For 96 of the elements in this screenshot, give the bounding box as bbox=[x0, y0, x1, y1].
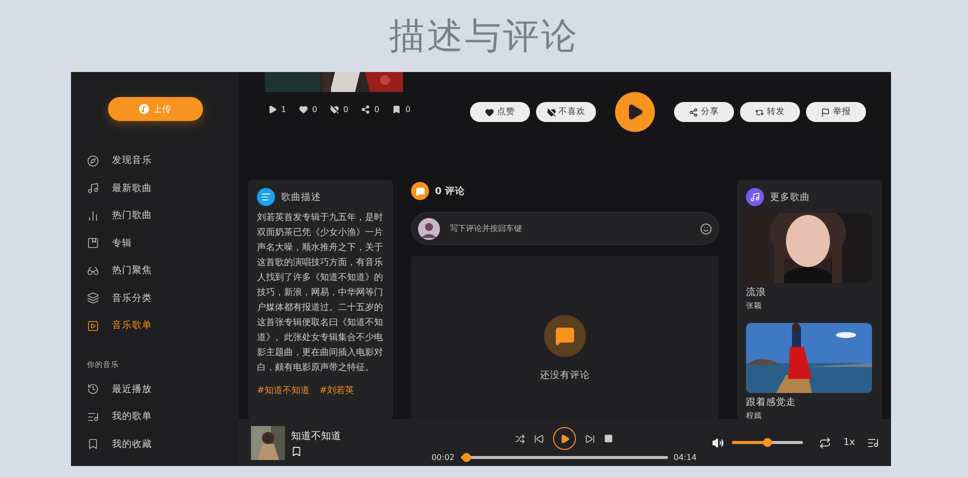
dislike-button[interactable]: 不喜欢 bbox=[536, 102, 596, 122]
track-title: 知道不知道 bbox=[291, 430, 341, 442]
music-note-icon bbox=[139, 104, 149, 114]
sidebar-item-label: 音乐分类 bbox=[112, 292, 152, 305]
bar-chart-icon bbox=[87, 210, 99, 222]
comment-input[interactable]: 写下评论并按回车键 bbox=[448, 223, 692, 234]
like-button[interactable]: 点赞 bbox=[470, 102, 530, 122]
heart-off-icon bbox=[546, 108, 556, 116]
sidebar-item[interactable]: 音乐分类 bbox=[71, 284, 239, 312]
progress-track[interactable] bbox=[460, 456, 668, 459]
stat-count: 0 bbox=[361, 105, 380, 114]
comment-icon bbox=[411, 182, 429, 200]
avatar bbox=[418, 218, 440, 240]
sidebar-item[interactable]: 热门歌曲 bbox=[71, 202, 239, 230]
play-icon bbox=[268, 105, 277, 114]
sidebar-item[interactable]: 最近播放 bbox=[71, 376, 239, 403]
stat-count: 0 bbox=[392, 105, 410, 114]
sidebar-item[interactable]: 发现音乐 bbox=[71, 147, 239, 174]
speed-button[interactable]: 1x bbox=[839, 437, 859, 448]
repost-icon bbox=[755, 108, 764, 116]
sidebar-item-label: 最新歌曲 bbox=[112, 182, 152, 195]
stat-count: 1 bbox=[268, 105, 286, 114]
sidebar-item-label: 热门歌曲 bbox=[112, 209, 152, 222]
bookmark-icon bbox=[392, 105, 402, 114]
page-title: 描述与评论 bbox=[389, 14, 579, 58]
comment-count: 0 评论 bbox=[435, 184, 465, 198]
layers-icon bbox=[87, 292, 99, 304]
bookmark-icon bbox=[291, 446, 302, 456]
sidebar-item-label: 音乐歌单 bbox=[112, 319, 152, 332]
music-note-icon bbox=[746, 188, 764, 206]
play-button[interactable] bbox=[553, 427, 576, 450]
previous-button[interactable] bbox=[534, 434, 544, 444]
sidebar-item[interactable]: 热门聚焦 bbox=[71, 257, 239, 284]
play-button[interactable] bbox=[615, 92, 655, 132]
description-icon bbox=[257, 188, 275, 206]
stop-button[interactable] bbox=[604, 434, 613, 443]
sidebar-item[interactable]: 我的歌单 bbox=[71, 403, 239, 430]
comment-field[interactable]: 写下评论并按回车键 bbox=[411, 212, 719, 245]
next-icon bbox=[585, 434, 595, 444]
flag-icon bbox=[821, 108, 830, 116]
song-title[interactable]: 跟着感觉走 bbox=[746, 396, 873, 409]
playlist-button[interactable] bbox=[867, 436, 879, 448]
duration-time: 04:14 bbox=[674, 453, 697, 462]
share-button[interactable]: 分享 bbox=[674, 102, 734, 122]
previous-icon bbox=[534, 434, 544, 444]
empty-message: 还没有评论 bbox=[540, 369, 590, 382]
progress-handle[interactable] bbox=[462, 453, 472, 462]
sidebar-item[interactable]: 最新歌曲 bbox=[71, 174, 239, 202]
glasses-icon bbox=[87, 264, 99, 277]
repost-button[interactable]: 转发 bbox=[740, 102, 800, 122]
sidebar-item-label: 最近播放 bbox=[112, 382, 152, 396]
sidebar-item-label: 我的收藏 bbox=[112, 438, 152, 451]
stat-count: 0 bbox=[330, 105, 348, 114]
sidebar-item-label: 专辑 bbox=[112, 236, 132, 250]
card-title: 歌曲描述 bbox=[281, 190, 321, 204]
sidebar-item-label: 热门聚焦 bbox=[112, 264, 152, 278]
album-icon bbox=[87, 237, 99, 250]
heart-off-icon bbox=[330, 105, 340, 114]
repeat-icon bbox=[819, 436, 832, 448]
stop-icon bbox=[604, 434, 613, 443]
tag-link[interactable]: #刘若英 bbox=[320, 384, 354, 397]
description-text: 刘若英首发专辑于九五年，是时双面奶茶已凭《少女小渔》一片声名大噪，顺水推舟之下，关于这首歌的演唱技巧方面，有音乐人找到了许多《知道不知道》的技巧，新浪，网易，中华网等门户媒体都有报道过。二十五岁的这首张专辑便取名曰《知道不知道》。此张处女专辑集合不少电影主题曲，更在曲间插入电影对白，颇有电影原声带之特征。 bbox=[257, 212, 384, 375]
sidebar-item[interactable]: 音乐歌单 bbox=[71, 312, 239, 340]
volume-handle[interactable] bbox=[763, 438, 772, 447]
sidebar-item[interactable]: 专辑 bbox=[71, 230, 239, 257]
history-icon bbox=[87, 383, 99, 396]
next-button[interactable] bbox=[585, 434, 595, 444]
compass-icon bbox=[87, 154, 99, 167]
comment-bubble-icon bbox=[544, 315, 586, 357]
tag-link[interactable]: #知道不知道 bbox=[257, 384, 310, 397]
heart-icon bbox=[299, 105, 308, 114]
sidebar-item-label: 我的歌单 bbox=[112, 410, 152, 424]
share-icon bbox=[689, 108, 698, 116]
report-button[interactable]: 举报 bbox=[806, 102, 866, 122]
heart-icon bbox=[485, 108, 494, 116]
shuffle-icon bbox=[515, 434, 525, 444]
shuffle-button[interactable] bbox=[515, 434, 525, 444]
stat-count: 0 bbox=[299, 105, 318, 114]
share-icon bbox=[361, 105, 370, 114]
bookmark-icon bbox=[87, 438, 99, 450]
volume-icon bbox=[712, 436, 724, 448]
volume-button[interactable] bbox=[712, 436, 724, 448]
card-title: 更多歌曲 bbox=[770, 190, 810, 204]
volume-track[interactable] bbox=[732, 441, 804, 444]
playlist-icon bbox=[867, 436, 879, 448]
music-note-icon bbox=[87, 182, 99, 194]
song-title[interactable]: 流浪 bbox=[746, 286, 873, 299]
play-icon bbox=[560, 434, 570, 444]
repeat-button[interactable] bbox=[819, 436, 832, 448]
emoji-icon[interactable] bbox=[700, 222, 712, 234]
list-music-icon bbox=[87, 410, 99, 423]
elapsed-time: 00:02 bbox=[431, 453, 454, 462]
play-icon bbox=[626, 103, 644, 121]
sidebar-item-label: 发现音乐 bbox=[112, 154, 152, 168]
play-square-icon bbox=[87, 320, 99, 332]
sidebar-item[interactable]: 我的收藏 bbox=[71, 430, 239, 458]
